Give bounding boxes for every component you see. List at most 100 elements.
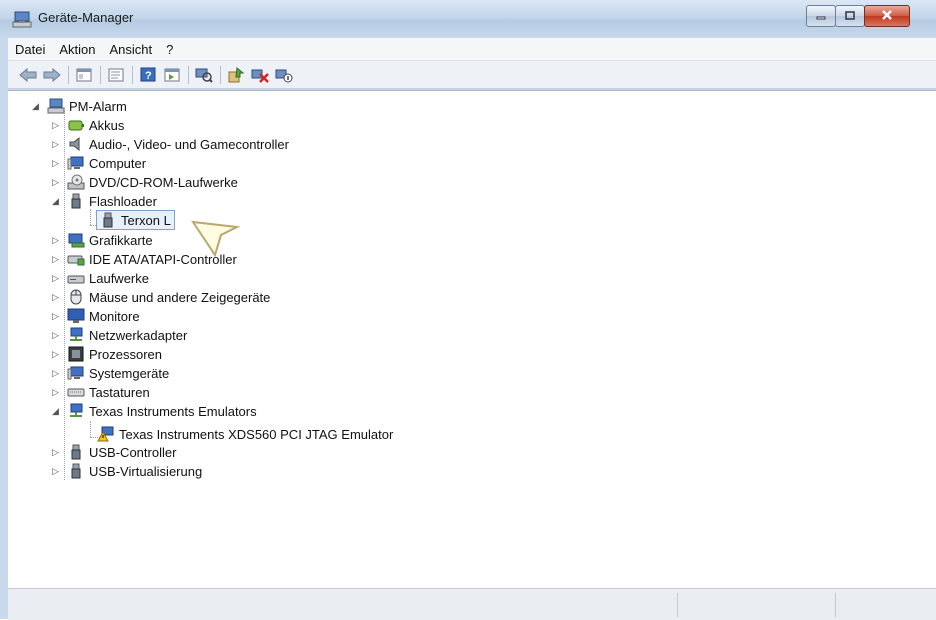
tree-item-label: USB-Virtualisierung	[89, 463, 203, 479]
tree-root[interactable]: ◢ PM-Alarm	[32, 97, 127, 115]
tree-item-label: Computer	[89, 155, 147, 171]
console-tree-icon[interactable]	[74, 66, 94, 84]
expand-arrow-icon[interactable]: ▷	[52, 139, 61, 149]
network-adapter-icon	[67, 403, 85, 419]
expand-arrow-icon[interactable]: ▷	[52, 311, 61, 321]
status-bar	[8, 588, 936, 620]
forward-arrow-icon[interactable]	[42, 66, 62, 84]
tree-item-netzwerk[interactable]: ▷ Netzwerkadapter	[52, 326, 187, 344]
scan-hardware-icon[interactable]	[194, 66, 214, 84]
tree-item-usb-virtualisierung[interactable]: ▷ USB-Virtualisierung	[52, 462, 202, 480]
tree-item-akkus[interactable]: ▷ Akkus	[52, 116, 124, 134]
usb-plug-icon	[67, 444, 85, 460]
expand-arrow-icon[interactable]: ▷	[52, 466, 61, 476]
device-tree[interactable]: ◢ PM-Alarm ▷ Akkus ▷ Audio-, Video- und …	[8, 90, 936, 588]
tree-item-label: DVD/CD-ROM-Laufwerke	[89, 174, 238, 190]
menu-aktion[interactable]: Aktion	[52, 42, 102, 57]
expand-arrow-icon[interactable]: ▷	[52, 235, 61, 245]
expand-arrow-icon[interactable]: ▷	[52, 292, 61, 302]
maximize-icon	[845, 7, 855, 25]
tree-item-maeuse[interactable]: ▷ Mäuse und andere Zeigegeräte	[52, 288, 270, 306]
help-icon[interactable]: ?	[138, 66, 158, 84]
expand-arrow-icon[interactable]: ▷	[52, 330, 61, 340]
tree-item-computer[interactable]: ▷ Computer	[52, 154, 146, 172]
tree-item-systemgeraete[interactable]: ▷ Systemgeräte	[52, 364, 169, 382]
tree-item-label: Audio-, Video- und Gamecontroller	[89, 136, 289, 152]
annotation-pointer-icon	[191, 220, 241, 258]
expand-arrow-icon[interactable]: ▷	[52, 158, 61, 168]
expand-arrow-icon[interactable]: ▷	[52, 447, 61, 457]
menu-datei[interactable]: Datei	[8, 42, 52, 57]
network-adapter-icon	[67, 327, 85, 343]
collapse-arrow-icon[interactable]: ◢	[52, 406, 61, 416]
tree-item-label: Tastaturen	[89, 384, 150, 400]
tree-item-prozessoren[interactable]: ▷ Prozessoren	[52, 345, 162, 363]
disable-device-icon[interactable]	[274, 66, 294, 84]
display-adapter-icon	[67, 232, 85, 248]
tree-item-label: Flashloader	[89, 193, 157, 209]
dvd-drive-icon	[67, 174, 85, 190]
status-separator	[677, 593, 678, 617]
close-button[interactable]	[864, 5, 910, 27]
close-icon	[881, 7, 893, 25]
menu-ansicht[interactable]: Ansicht	[103, 42, 160, 57]
disk-drive-icon	[67, 270, 85, 286]
tree-item-label: Prozessoren	[89, 346, 162, 362]
tree-item-flashloader[interactable]: ◢ Flashloader	[52, 192, 157, 210]
tree-connector	[90, 209, 91, 225]
expand-arrow-icon[interactable]: ▷	[52, 120, 61, 130]
tree-item-terxon[interactable]: Terxon L	[96, 210, 175, 230]
ide-controller-icon	[67, 251, 85, 267]
processor-icon	[67, 346, 85, 362]
tree-item-monitore[interactable]: ▷ Monitore	[52, 307, 140, 325]
speaker-icon	[67, 136, 85, 152]
tree-item-label: Terxon L	[121, 212, 171, 228]
tree-item-label: Laufwerke	[89, 270, 149, 286]
expand-arrow-icon[interactable]: ▷	[52, 349, 61, 359]
title-bar[interactable]: Geräte-Manager	[0, 0, 936, 38]
system-device-icon	[67, 365, 85, 381]
tree-item-xds560[interactable]: Texas Instruments XDS560 PCI JTAG Emulat…	[97, 425, 393, 443]
menu-help[interactable]: ?	[159, 42, 180, 57]
tree-item-tastaturen[interactable]: ▷ Tastaturen	[52, 383, 150, 401]
monitor-icon	[67, 308, 85, 324]
expand-arrow-icon[interactable]: ▷	[52, 368, 61, 378]
tree-item-texas[interactable]: ◢ Texas Instruments Emulators	[52, 402, 257, 420]
collapse-arrow-icon[interactable]: ◢	[32, 101, 41, 111]
toolbar-separator	[188, 65, 189, 84]
tree-item-label: Netzwerkadapter	[89, 327, 188, 343]
collapse-arrow-icon[interactable]: ◢	[52, 196, 61, 206]
update-driver-icon[interactable]	[226, 66, 246, 84]
maximize-button[interactable]	[835, 5, 865, 27]
tree-root-label: PM-Alarm	[69, 98, 127, 114]
tree-item-label: Monitore	[89, 308, 140, 324]
tree-connector	[90, 421, 91, 437]
tree-item-grafikkarte[interactable]: ▷ Grafikkarte	[52, 231, 153, 249]
toolbar: ?	[8, 61, 936, 89]
tree-item-label: Systemgeräte	[89, 365, 170, 381]
svg-text:?: ?	[145, 70, 152, 82]
tree-item-label: Akkus	[89, 117, 125, 133]
expand-arrow-icon[interactable]: ▷	[52, 387, 61, 397]
keyboard-icon	[67, 384, 85, 400]
expand-arrow-icon[interactable]: ▷	[52, 177, 61, 187]
computer-icon	[47, 98, 65, 114]
tree-item-label: Texas Instruments XDS560 PCI JTAG Emulat…	[119, 426, 394, 442]
tree-item-label: USB-Controller	[89, 444, 177, 460]
minimize-button[interactable]	[806, 5, 836, 27]
tree-item-laufwerke[interactable]: ▷ Laufwerke	[52, 269, 149, 287]
expand-arrow-icon[interactable]: ▷	[52, 254, 61, 264]
properties-icon[interactable]	[106, 66, 126, 84]
uninstall-icon[interactable]	[250, 66, 270, 84]
status-separator	[835, 593, 836, 617]
back-arrow-icon[interactable]	[18, 66, 38, 84]
tree-item-audio[interactable]: ▷ Audio-, Video- und Gamecontroller	[52, 135, 289, 153]
toolbar-separator	[220, 65, 221, 84]
expand-arrow-icon[interactable]: ▷	[52, 273, 61, 283]
tree-item-usb-controller[interactable]: ▷ USB-Controller	[52, 443, 176, 461]
usb-plug-icon	[99, 212, 117, 228]
tree-item-dvd[interactable]: ▷ DVD/CD-ROM-Laufwerke	[52, 173, 238, 191]
mouse-icon	[67, 289, 85, 305]
device-manager-window: Geräte-Manager Datei Aktion Ansicht ? ?	[0, 0, 936, 620]
action-pane-icon[interactable]	[162, 66, 182, 84]
